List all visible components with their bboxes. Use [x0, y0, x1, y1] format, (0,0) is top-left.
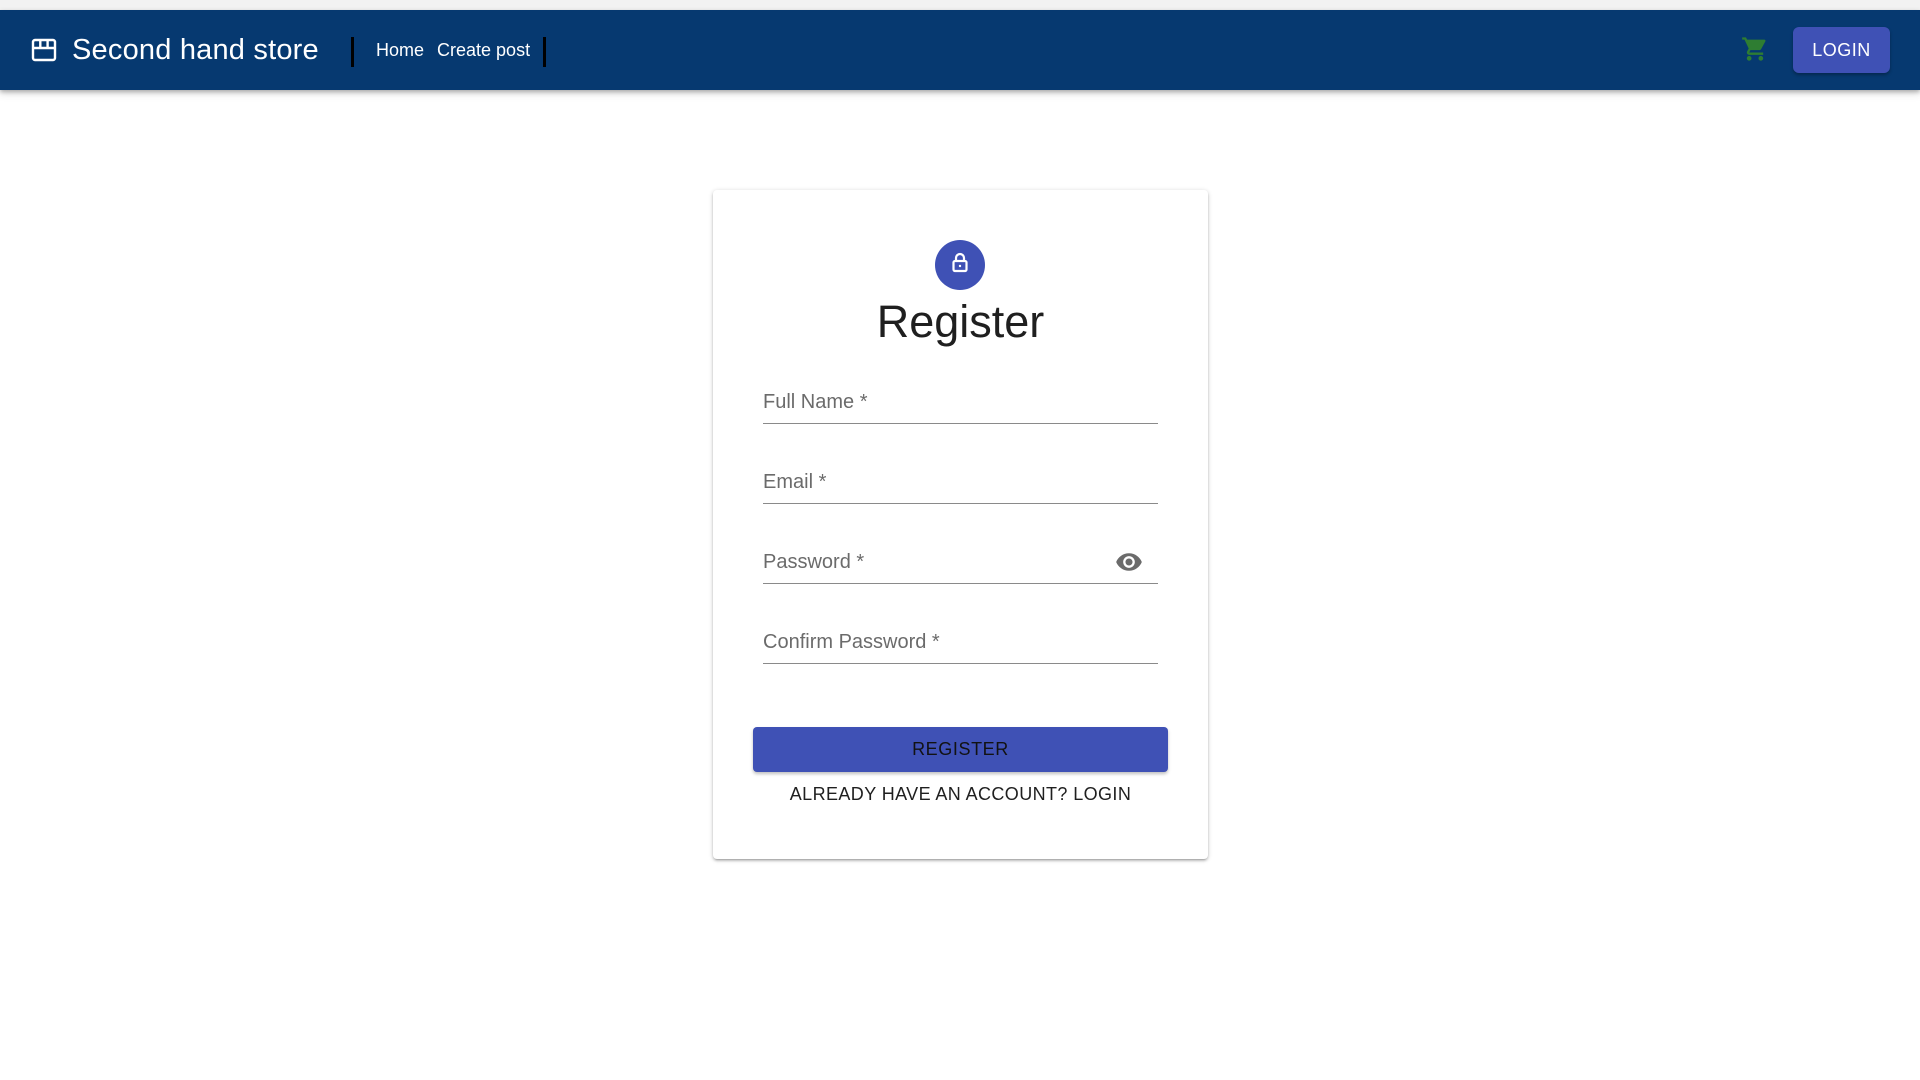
full-name-label: Full Name * [763, 391, 868, 413]
nav-link-create-post[interactable]: Create post [437, 40, 530, 61]
register-button[interactable]: REGISTER [753, 727, 1168, 772]
storefront-icon [30, 36, 58, 64]
email-label: Email * [763, 471, 827, 493]
already-have-account-login-link[interactable]: ALREADY HAVE AN ACCOUNT? LOGIN [713, 784, 1208, 805]
lock-icon [948, 251, 972, 280]
login-button[interactable]: LOGIN [1793, 27, 1890, 73]
nav-divider [543, 37, 546, 67]
nav-link-home[interactable]: Home [376, 40, 424, 61]
confirm-password-label: Confirm Password * [763, 631, 940, 653]
brand-title: Second hand store [72, 33, 319, 66]
page-title: Register [876, 296, 1045, 347]
cart-button[interactable] [1739, 35, 1771, 67]
confirm-password-field[interactable]: Confirm Password * [763, 623, 1158, 664]
password-label: Password * [763, 551, 865, 573]
toggle-password-visibility-button[interactable] [1114, 549, 1144, 579]
full-name-field[interactable]: Full Name * [763, 383, 1158, 424]
app-bar: Second hand store Home Create post LOGIN [0, 10, 1920, 90]
nav-divider [351, 37, 354, 67]
email-field[interactable]: Email * [763, 463, 1158, 504]
register-card: Register Full Name * Email * Password * … [713, 190, 1208, 859]
password-field[interactable]: Password * [763, 543, 1158, 584]
shopping-cart-icon [1741, 35, 1769, 68]
brand[interactable]: Second hand store [30, 10, 319, 90]
avatar [935, 240, 985, 290]
main-nav: Home Create post [376, 10, 543, 90]
eye-icon [1115, 548, 1143, 581]
browser-top-strip [0, 0, 1920, 10]
